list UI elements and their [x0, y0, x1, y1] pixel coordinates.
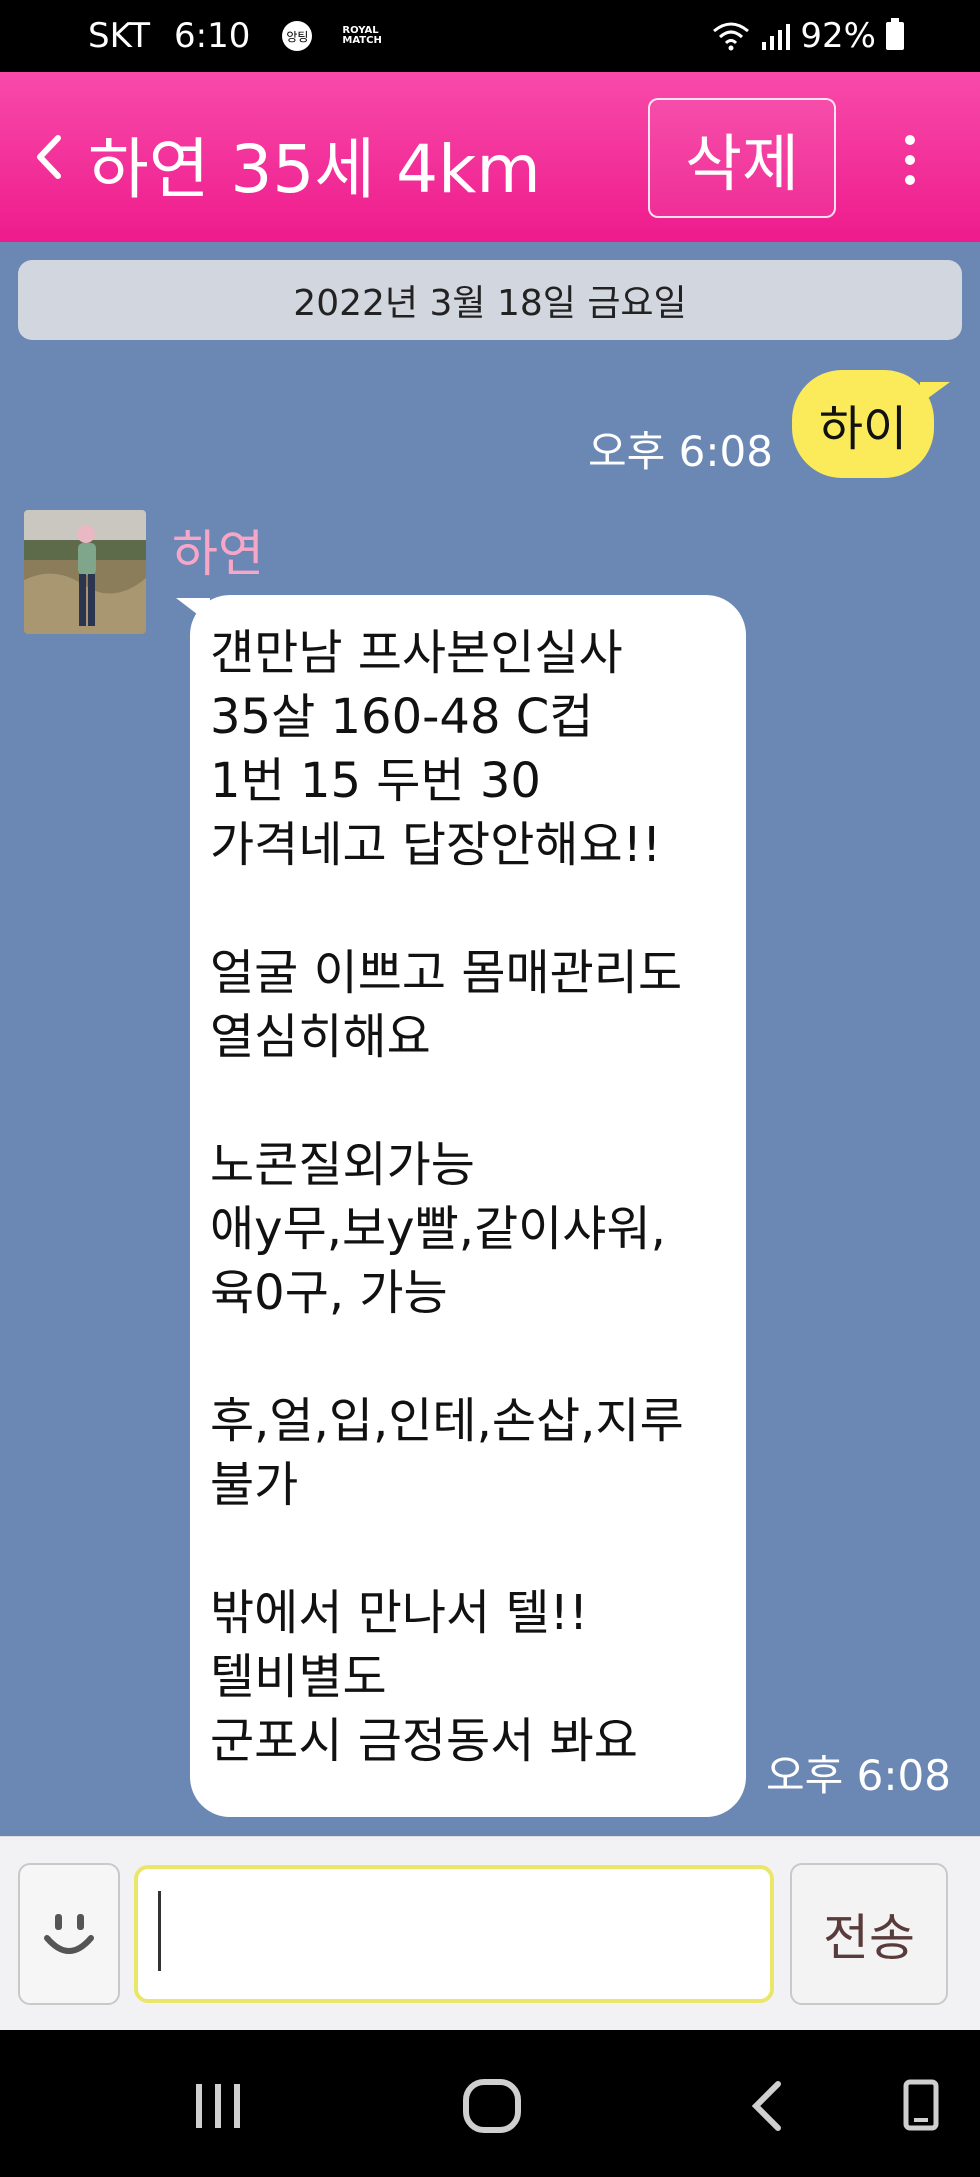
battery-percent: 92%	[800, 16, 876, 56]
message-line: 밖에서 만나서 텔!!	[210, 1585, 589, 1641]
chat-title: 하연 35세 4km	[88, 131, 541, 208]
wifi-icon	[713, 22, 750, 51]
avatar[interactable]	[24, 510, 146, 634]
message-line: 걘만남 프사본인실사	[210, 625, 623, 681]
incoming-message-time: 오후 6:08	[766, 1751, 951, 1800]
message-line: 후,얼,입,인테,손삽,지루	[210, 1393, 684, 1449]
input-bar: 전송	[0, 1836, 980, 2030]
sender-name: 하연	[172, 525, 264, 583]
recent-apps-icon[interactable]	[190, 2078, 246, 2134]
navigation-bar	[0, 2030, 980, 2177]
message-line: 얼굴 이쁘고 몸매관리도	[210, 945, 683, 1001]
delete-button[interactable]: 삭제	[648, 98, 836, 218]
message-line: 텔비별도	[210, 1649, 387, 1705]
more-icon[interactable]	[896, 132, 924, 188]
message-line: 애y무,보y빨,같이샤워,	[210, 1201, 666, 1257]
clock: 6:10	[174, 16, 251, 56]
home-icon[interactable]	[462, 2078, 522, 2134]
battery-icon	[886, 18, 904, 50]
incoming-message-bubble[interactable]: 걘만남 프사본인실사 35살 160-48 C컵 1번 15 두번 30 가격네…	[190, 595, 746, 1817]
royal-match-badge: ROYAL MATCH	[342, 25, 382, 46]
carrier-label: SKT	[88, 16, 151, 56]
nav-back-icon[interactable]	[748, 2078, 788, 2134]
notification-badge: 앙팅	[282, 21, 313, 51]
chat-header: 하연 35세 4km 삭제	[0, 72, 980, 242]
text-cursor	[158, 1891, 161, 1971]
outgoing-message-bubble[interactable]: 하이	[792, 370, 934, 478]
message-line: 가격네고 답장안해요!!	[210, 817, 662, 873]
message-line: 노콘질외가능	[210, 1137, 475, 1193]
message-line: 군포시 금정동서 봐요	[210, 1713, 638, 1769]
chat-area[interactable]: 2022년 3월 18일 금요일 오후 6:08 하이 하연 걘만남 프사본인실…	[0, 242, 980, 1836]
message-line	[210, 1517, 724, 1581]
status-bar: SKT 6:10 앙팅 ROYAL MATCH 92%	[0, 0, 980, 72]
emoji-icon	[44, 1914, 94, 1954]
send-button[interactable]: 전송	[790, 1863, 948, 2005]
message-line: 불가	[210, 1457, 299, 1513]
message-line: 육0구, 가능	[210, 1265, 448, 1321]
back-icon[interactable]	[30, 132, 70, 182]
message-line: 열심히해요	[210, 1009, 431, 1065]
rotate-icon[interactable]	[900, 2078, 944, 2134]
message-input[interactable]	[134, 1865, 774, 2003]
message-line: 1번 15 두번 30	[210, 753, 541, 809]
message-line	[210, 1325, 724, 1389]
outgoing-message-time: 오후 6:08	[588, 427, 773, 476]
message-line	[210, 877, 724, 941]
message-line: 35살 160-48 C컵	[210, 689, 594, 745]
signal-icon	[762, 24, 791, 50]
message-line	[210, 1069, 724, 1133]
date-divider: 2022년 3월 18일 금요일	[18, 260, 962, 340]
emoji-button[interactable]	[18, 1863, 120, 2005]
